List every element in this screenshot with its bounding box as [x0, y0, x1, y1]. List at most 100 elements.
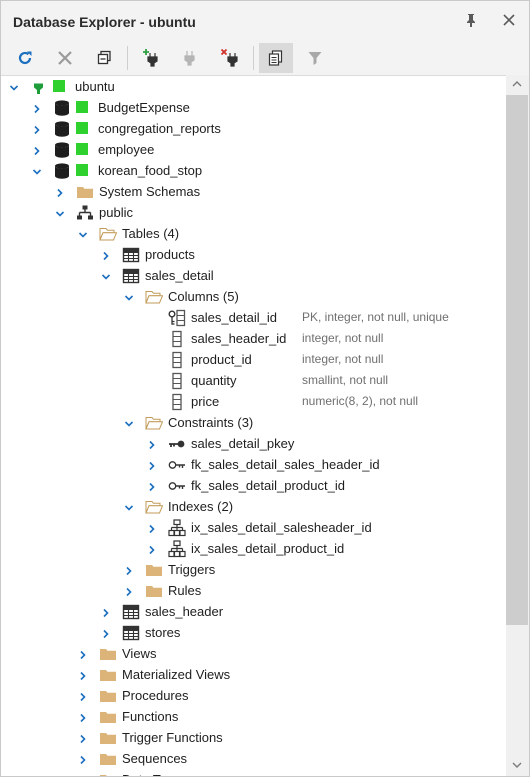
tree-node-table[interactable]: products	[1, 244, 506, 265]
collapse-all-button[interactable]	[88, 43, 122, 73]
tree-node-label: Views	[122, 646, 157, 661]
chevron-right-icon[interactable]	[32, 144, 42, 156]
copy-icon	[268, 50, 283, 66]
tree-node-label: System Schemas	[99, 184, 201, 199]
chevron-right-icon[interactable]	[32, 123, 42, 135]
close-icon[interactable]	[501, 12, 517, 28]
tree-node-folder[interactable]: Functions	[1, 706, 506, 727]
chevron-right-icon[interactable]	[78, 732, 88, 744]
tree-node-database[interactable]: congregation_reports	[1, 118, 506, 139]
chevron-right-icon[interactable]	[147, 522, 157, 534]
connect-button[interactable]	[173, 43, 207, 73]
tree-node-column[interactable]: product_id integer, not null	[1, 349, 506, 370]
tree-node-constraint[interactable]: sales_detail_pkey	[1, 433, 506, 454]
scrollbar-thumb[interactable]	[506, 95, 528, 625]
tree-node-folder[interactable]: Trigger Functions	[1, 727, 506, 748]
delete-connection-button[interactable]	[213, 43, 247, 73]
tree-node-folder[interactable]: Procedures	[1, 685, 506, 706]
column-type-detail: integer, not null	[302, 352, 384, 366]
tree-node-table[interactable]: stores	[1, 622, 506, 643]
tree-node-tables-folder[interactable]: Tables (4)	[1, 223, 506, 244]
tree-node-folder[interactable]: Data Types	[1, 769, 506, 776]
column-icon	[168, 372, 186, 390]
chevron-down-icon[interactable]	[101, 270, 111, 280]
column-type-detail: numeric(8, 2), not null	[302, 394, 419, 408]
tree-node-column[interactable]: sales_header_id integer, not null	[1, 328, 506, 349]
tree-node-label: Procedures	[122, 688, 189, 703]
filter-button[interactable]	[298, 43, 332, 73]
collapse-all-icon	[97, 50, 111, 65]
tree-node-constraint[interactable]: fk_sales_detail_product_id	[1, 475, 506, 496]
tree-node-schema[interactable]: public	[1, 202, 506, 223]
tree-node-column[interactable]: quantity smallint, not null	[1, 370, 506, 391]
chevron-right-icon[interactable]	[78, 711, 88, 723]
tree-node-database[interactable]: BudgetExpense	[1, 97, 506, 118]
chevron-down-icon[interactable]	[124, 291, 134, 301]
tree-node-server[interactable]: ubuntu	[1, 76, 506, 97]
refresh-button[interactable]	[8, 43, 42, 73]
folder-open-icon	[145, 498, 164, 516]
tree-node-label: public	[99, 205, 133, 220]
tree-node-database[interactable]: korean_food_stop	[1, 160, 506, 181]
chevron-right-icon[interactable]	[78, 648, 88, 660]
chevron-right-icon[interactable]	[101, 606, 111, 618]
chevron-right-icon[interactable]	[78, 690, 88, 702]
connection-status-icon	[53, 80, 65, 92]
vertical-scrollbar[interactable]	[506, 75, 529, 776]
tree-node-triggers-folder[interactable]: Triggers	[1, 559, 506, 580]
database-icon	[53, 120, 71, 138]
chevron-right-icon[interactable]	[32, 102, 42, 114]
tree-node-constraint[interactable]: fk_sales_detail_sales_header_id	[1, 454, 506, 475]
chevron-down-icon[interactable]	[32, 165, 42, 175]
chevron-right-icon[interactable]	[124, 585, 134, 597]
chevron-right-icon[interactable]	[78, 669, 88, 681]
tree-node-label: Tables (4)	[122, 226, 180, 241]
chevron-right-icon[interactable]	[147, 438, 157, 450]
tree-node-label: product_id	[191, 352, 252, 367]
foreign-key-icon	[168, 477, 186, 495]
tree-node-folder[interactable]: Materialized Views	[1, 664, 506, 685]
chevron-down-icon[interactable]	[55, 207, 65, 217]
scroll-down-icon[interactable]	[512, 761, 522, 769]
chevron-down-icon[interactable]	[78, 228, 88, 238]
pin-icon[interactable]	[463, 12, 479, 28]
tree-node-constraints-folder[interactable]: Constraints (3)	[1, 412, 506, 433]
tree-node-index[interactable]: ix_sales_detail_product_id	[1, 538, 506, 559]
tree-node-rules-folder[interactable]: Rules	[1, 580, 506, 601]
tree-node-table[interactable]: sales_detail	[1, 265, 506, 286]
chevron-right-icon[interactable]	[124, 564, 134, 576]
tree-node-label: sales_detail	[145, 268, 214, 283]
tree-node-column[interactable]: price numeric(8, 2), not null	[1, 391, 506, 412]
tree-node-label: products	[145, 247, 195, 262]
tree-node-system-schemas[interactable]: System Schemas	[1, 181, 506, 202]
tree-node-folder[interactable]: Views	[1, 643, 506, 664]
index-icon	[168, 540, 186, 558]
tree-node-column[interactable]: sales_detail_id PK, integer, not null, un…	[1, 307, 506, 328]
chevron-right-icon[interactable]	[147, 480, 157, 492]
tree-node-label: fk_sales_detail_sales_header_id	[191, 457, 380, 472]
tree-node-label: price	[191, 394, 220, 409]
tree-node-database[interactable]: employee	[1, 139, 506, 160]
chevron-down-icon[interactable]	[9, 81, 19, 91]
scroll-up-icon[interactable]	[512, 80, 522, 88]
chevron-right-icon[interactable]	[101, 249, 111, 261]
new-connection-button[interactable]	[135, 43, 169, 73]
tree-node-folder[interactable]: Sequences	[1, 748, 506, 769]
chevron-down-icon[interactable]	[124, 417, 134, 427]
chevron-right-icon[interactable]	[78, 753, 88, 765]
panel-title: Database Explorer - ubuntu	[13, 14, 196, 30]
folder-icon	[99, 687, 117, 705]
tree-node-label: ubuntu	[75, 79, 115, 94]
chevron-right-icon[interactable]	[147, 543, 157, 555]
chevron-right-icon[interactable]	[147, 459, 157, 471]
chevron-right-icon[interactable]	[101, 627, 111, 639]
chevron-right-icon[interactable]	[55, 186, 65, 198]
copy-button[interactable]	[259, 43, 293, 73]
refresh-icon	[18, 51, 32, 65]
tree-node-index[interactable]: ix_sales_detail_salesheader_id	[1, 517, 506, 538]
chevron-down-icon[interactable]	[124, 501, 134, 511]
tree-node-table[interactable]: sales_header	[1, 601, 506, 622]
disconnect-button[interactable]	[48, 43, 82, 73]
tree-node-columns-folder[interactable]: Columns (5)	[1, 286, 506, 307]
tree-node-indexes-folder[interactable]: Indexes (2)	[1, 496, 506, 517]
